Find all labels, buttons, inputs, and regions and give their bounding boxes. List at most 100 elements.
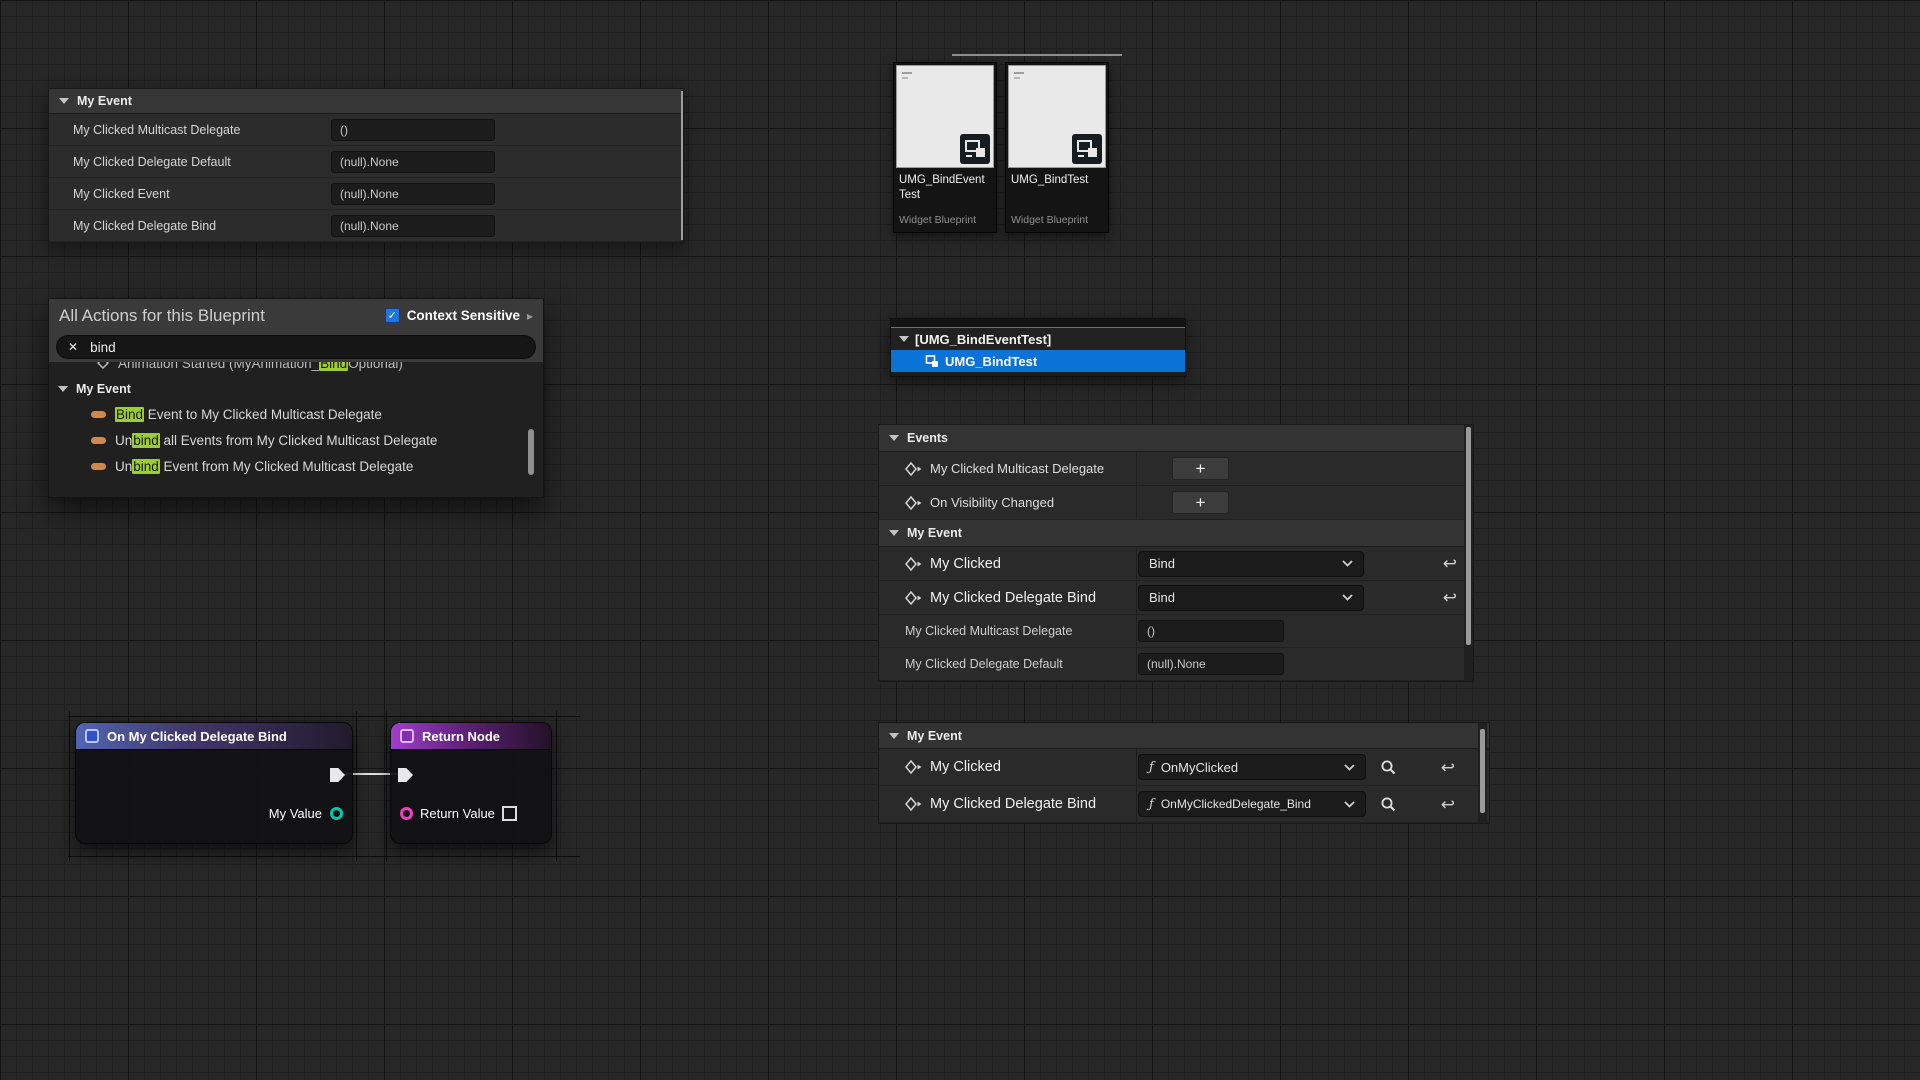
function-node-icon [400,729,414,743]
crop-mark [68,716,580,717]
property-value-text: () [1147,624,1155,638]
exec-output-pin[interactable] [330,768,345,782]
category-label: My Event [907,729,962,743]
thumbnail-text-mark [1014,77,1020,79]
dropdown-value: Bind [1149,590,1175,605]
function-dropdown[interactable]: ƒ OnMyClicked [1138,754,1366,780]
node-header[interactable]: Return Node [391,723,551,750]
asset-tile[interactable]: UMG_BindTest Widget Blueprint [1005,62,1109,233]
multicast-delegate-icon [905,462,922,476]
search-match-highlight: Bind [319,362,348,371]
event-node-icon [85,729,99,743]
delegate-pin-icon [905,591,922,605]
property-value-field[interactable]: (null).None [1138,653,1284,675]
context-sensitive-checkbox[interactable]: ✓ [385,308,400,323]
property-value-field[interactable]: (null).None [331,183,495,205]
add-event-button[interactable]: + [1172,457,1229,480]
category-header-my-event[interactable]: My Event [879,520,1473,547]
my-event-details-panel: My Event My Clicked Multicast Delegate (… [48,88,684,243]
widget-hierarchy-panel: [UMG_BindEventTest] UMG_BindTest [890,318,1186,377]
content-browser-tiles: UMG_BindEventTest Widget Blueprint UMG_B… [893,62,1109,233]
delegate-icon [91,463,106,470]
chevron-down-icon [889,530,899,536]
graph-node-on-my-clicked-delegate-bind[interactable]: On My Clicked Delegate Bind My Value [75,722,353,844]
list-item-label: Unbind all Events from My Clicked Multic… [115,433,437,448]
actions-menu-titlebar: All Actions for this Blueprint ✓ Context… [49,299,543,332]
property-value-field[interactable]: () [1138,620,1284,642]
reset-to-default-icon[interactable]: ↩ [1443,555,1457,572]
category-header-my-event[interactable]: My Event [49,377,543,401]
chevron-down-icon [889,435,899,441]
delegate-pin-icon [905,557,922,571]
property-label: My Clicked Delegate Bind [49,219,331,233]
bind-dropdown[interactable]: Bind [1138,551,1364,577]
property-value-text: () [340,123,348,137]
value-output-pin[interactable] [330,807,343,820]
list-item[interactable]: Animation Started (MyAnimation_BindOptio… [49,362,543,376]
property-value-field[interactable]: (null).None [331,151,495,173]
chevron-down-icon [58,386,68,392]
bind-dropdown[interactable]: Bind [1138,585,1364,611]
search-input[interactable]: ✕ bind [56,335,536,359]
bound-function-row: My Clicked ƒ OnMyClicked ↩ [879,749,1489,786]
graph-node-return[interactable]: Return Node Return Value [390,722,552,844]
property-value-text: (null).None [1147,657,1206,671]
chevron-down-icon [59,98,69,104]
panel-top-edge [891,319,1185,328]
input-pin-row: Return Value [400,806,517,821]
scrollbar[interactable] [1480,729,1485,813]
reset-to-default-icon[interactable]: ↩ [1441,759,1455,776]
hierarchy-root-label: [UMG_BindEventTest] [915,332,1051,347]
property-row: My Clicked Delegate Default (null).None [49,146,683,178]
list-item[interactable]: Unbind all Events from My Clicked Multic… [49,427,543,453]
function-dropdown[interactable]: ƒ OnMyClickedDelegate_Bind [1138,791,1366,817]
asset-tile-label: UMG_BindEventTest Widget Blueprint [894,170,996,232]
bind-property-row: My Clicked Delegate Bind Bind ↩ [879,581,1473,615]
list-item[interactable]: Unbind Event from My Clicked Multicast D… [49,453,543,479]
category-label: My Event [76,382,131,396]
asset-thumbnail [1008,65,1106,168]
property-value-text: (null).None [340,219,399,233]
widget-blueprint-icon [925,354,939,368]
property-value-field[interactable]: (null).None [331,215,495,237]
property-value-field[interactable]: () [331,119,495,141]
category-header-my-event[interactable]: My Event [49,89,683,114]
clipped-list-item-wrapper: Animation Started (MyAnimation_BindOptio… [49,362,543,377]
dropdown-value: OnMyClicked [1161,760,1238,775]
chevron-down-icon [1344,764,1355,771]
hierarchy-root-row[interactable]: [UMG_BindEventTest] [891,328,1185,350]
search-query-text: bind [90,340,116,355]
chevron-down-icon [889,733,899,739]
list-item[interactable]: Bind Event to My Clicked Multicast Deleg… [49,401,543,427]
close-icon[interactable]: ✕ [68,341,78,353]
crop-mark [69,711,70,861]
category-header-my-event[interactable]: My Event [879,723,1489,749]
pin-label: My Value [269,806,322,821]
all-actions-menu-panel: All Actions for this Blueprint ✓ Context… [48,298,544,498]
search-match-highlight: bind [132,433,160,448]
scrollbar[interactable] [1466,427,1471,645]
submenu-arrow-icon[interactable]: ▸ [527,309,533,323]
return-value-input-pin[interactable] [400,807,413,820]
node-header[interactable]: On My Clicked Delegate Bind [76,723,352,750]
asset-tile[interactable]: UMG_BindEventTest Widget Blueprint [893,62,997,233]
scrollbar[interactable] [528,429,534,475]
asset-name: UMG_BindEventTest [899,173,987,203]
widget-blueprint-icon [1072,134,1102,164]
hierarchy-selected-row[interactable]: UMG_BindTest [891,350,1185,372]
search-icon[interactable] [1380,796,1397,813]
bool-default-checkbox[interactable] [502,806,517,821]
delegate-pin-icon [905,760,922,774]
exec-input-pin[interactable] [398,768,413,782]
add-event-button[interactable]: + [1172,491,1229,514]
property-row: My Clicked Delegate Default (null).None [879,648,1473,681]
node-title: On My Clicked Delegate Bind [107,729,287,744]
search-icon[interactable] [1380,759,1397,776]
scrollbar[interactable] [681,91,683,240]
reset-to-default-icon[interactable]: ↩ [1441,796,1455,813]
asset-name: UMG_BindTest [1011,173,1099,188]
bound-events-details-panel: My Event My Clicked ƒ OnMyClicked ↩ My C… [878,722,1490,824]
dropdown-value: Bind [1149,556,1175,571]
reset-to-default-icon[interactable]: ↩ [1443,589,1457,606]
category-header-events[interactable]: Events [879,425,1473,452]
